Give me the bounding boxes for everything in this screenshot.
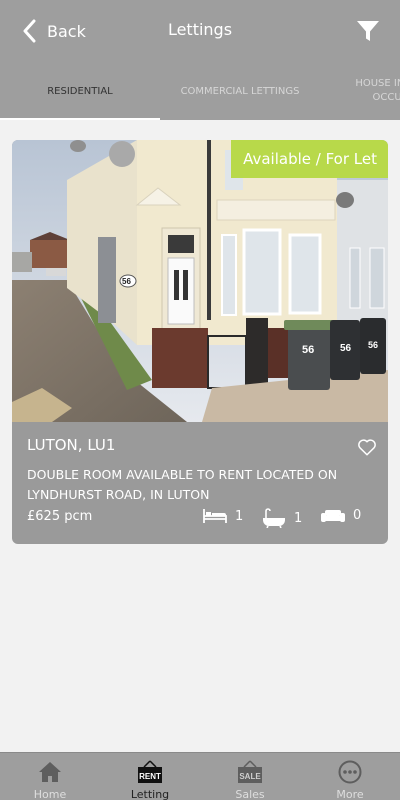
nav-home-label: Home xyxy=(33,788,67,800)
property-location: LUTON, LU1 xyxy=(27,436,116,454)
tab-commercial-lettings[interactable]: COMMERCIAL LETTINGS xyxy=(160,62,320,120)
property-photo: 56 56 56 56 xyxy=(12,140,388,422)
availability-badge: Available / For Let xyxy=(231,140,388,178)
property-price: £625 pcm xyxy=(27,509,93,524)
nav-more-icon-wrap xyxy=(338,760,362,784)
nav-home[interactable]: Home xyxy=(0,753,100,800)
bedrooms-count: 1 xyxy=(203,508,243,524)
nav-letting-icon-wrap: RENT xyxy=(137,760,163,784)
nav-letting-label: Letting xyxy=(130,788,170,800)
tab-hmo-label: HOUSE IN MULTIPLE OCCUPATION xyxy=(355,78,400,103)
rent-sign-icon: RENT xyxy=(138,760,162,783)
living-rooms-count: 0 xyxy=(321,508,361,523)
house-number-plate: 56 xyxy=(122,277,131,286)
nav-sales[interactable]: SALE Sales xyxy=(200,753,300,800)
favorite-heart-icon[interactable] xyxy=(357,438,377,456)
living-rooms-value: 0 xyxy=(353,508,362,523)
property-card[interactable]: 56 56 56 56 Available / For Let LUTON, L… xyxy=(12,140,388,544)
bathrooms-value: 1 xyxy=(294,510,303,526)
nav-more[interactable]: More xyxy=(300,753,400,800)
nav-sales-label: Sales xyxy=(235,788,265,800)
home-icon xyxy=(39,762,61,782)
filter-icon[interactable] xyxy=(356,19,380,43)
tab-house-in-multiple-occupation[interactable]: HOUSE IN MULTIPLE OCCUPATION xyxy=(320,62,400,120)
sale-sign-icon: SALE xyxy=(238,760,262,783)
nav-sales-icon-wrap: SALE xyxy=(237,760,263,784)
more-icon xyxy=(338,760,362,784)
app-header: Back Lettings RESIDENTIAL COMMERCIAL LET… xyxy=(0,0,400,120)
category-tabs: RESIDENTIAL COMMERCIAL LETTINGS HOUSE IN… xyxy=(0,62,400,120)
active-tab-indicator xyxy=(0,118,160,120)
bathrooms-count: 1 xyxy=(262,508,302,528)
bottom-navigation: Home RENT Letting SALE Sales More xyxy=(0,752,400,800)
page-title: Lettings xyxy=(167,20,233,39)
nav-letting[interactable]: RENT Letting xyxy=(100,753,200,800)
bedrooms-value: 1 xyxy=(235,508,244,524)
bed-icon xyxy=(203,509,227,523)
nav-more-label: More xyxy=(336,788,364,800)
bin-number-label: 56 xyxy=(340,343,352,354)
rent-sign-text: RENT xyxy=(139,772,161,781)
property-description: DOUBLE ROOM AVAILABLE TO RENT LOCATED ON… xyxy=(27,467,338,502)
tab-residential[interactable]: RESIDENTIAL xyxy=(0,62,160,120)
top-bar: Back Lettings xyxy=(0,0,400,62)
sofa-icon xyxy=(321,509,345,522)
bin-number-label: 56 xyxy=(368,340,378,350)
nav-home-icon-wrap xyxy=(38,760,62,784)
sale-sign-text: SALE xyxy=(239,772,261,781)
bin-number-label: 56 xyxy=(302,344,314,356)
bath-icon xyxy=(263,508,285,528)
